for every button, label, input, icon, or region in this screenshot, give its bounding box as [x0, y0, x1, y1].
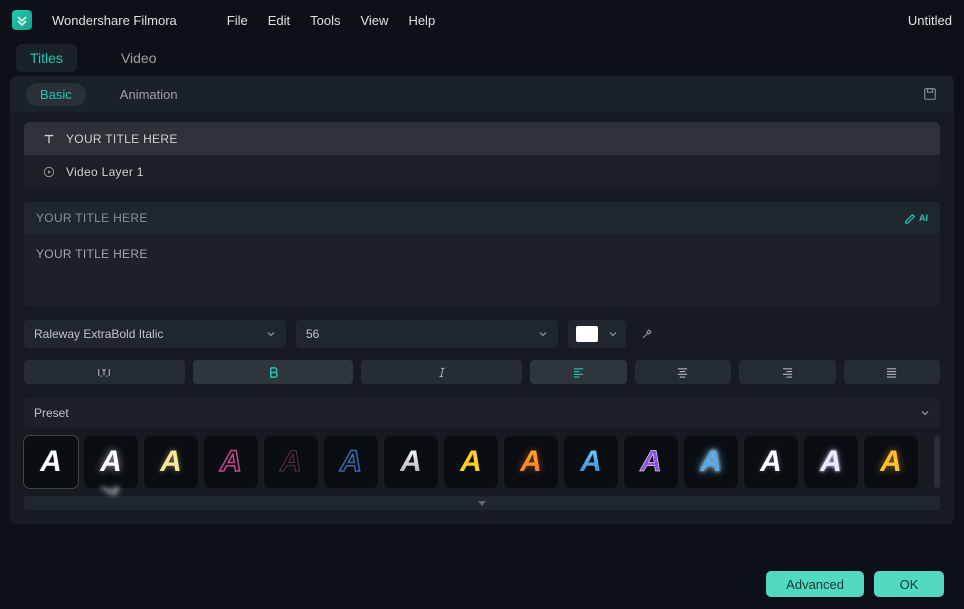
preset-8[interactable]: A	[444, 436, 498, 488]
color-swatch	[576, 326, 598, 342]
layer-title-label: YOUR TITLE HERE	[66, 132, 178, 146]
triangle-down-icon	[478, 501, 486, 506]
main-tabs: Titles Video	[0, 40, 964, 76]
font-family-value: Raleway ExtraBold Italic	[34, 327, 163, 341]
character-spacing-button[interactable]	[24, 360, 185, 384]
play-circle-icon	[42, 165, 56, 179]
preset-14[interactable]: A	[804, 436, 858, 488]
preset-label: Preset	[34, 406, 69, 420]
preset-grid-wrap: A A A A A A A A A A A A A A A	[24, 436, 940, 488]
preset-1[interactable]: A	[24, 436, 78, 488]
align-justify-button[interactable]	[844, 360, 940, 384]
layer-list: YOUR TITLE HERE Video Layer 1	[24, 122, 940, 188]
advanced-button[interactable]: Advanced	[766, 571, 864, 597]
text-icon	[42, 132, 56, 146]
preset-11[interactable]: A	[624, 436, 678, 488]
title-text-input[interactable]: YOUR TITLE HERE	[24, 234, 940, 306]
title-edit-panel: YOUR TITLE HERE Video Layer 1 YOUR TITLE…	[10, 112, 954, 524]
preset-scrollbar[interactable]	[934, 436, 940, 488]
preset-7[interactable]: A	[384, 436, 438, 488]
layer-video-label: Video Layer 1	[66, 165, 144, 179]
preset-grid: A A A A A A A A A A A A A A A	[24, 436, 928, 488]
app-name: Wondershare Filmora	[52, 13, 177, 28]
preview-header: YOUR TITLE HERE AI	[24, 202, 940, 234]
align-center-button[interactable]	[635, 360, 731, 384]
chevron-down-icon	[266, 329, 276, 339]
ai-edit-icon[interactable]: AI	[904, 212, 928, 225]
layer-video[interactable]: Video Layer 1	[24, 155, 940, 188]
preset-3[interactable]: A	[144, 436, 198, 488]
app-logo-icon	[12, 10, 32, 30]
menu-file[interactable]: File	[227, 13, 248, 28]
tab-titles[interactable]: Titles	[16, 44, 77, 72]
title-text-value: YOUR TITLE HERE	[36, 247, 148, 261]
panel-resize-handle[interactable]	[24, 496, 940, 510]
chevron-down-icon	[608, 329, 618, 339]
document-title: Untitled	[908, 13, 952, 28]
font-size-select[interactable]: 56	[296, 320, 558, 348]
chevron-down-icon	[538, 329, 548, 339]
footer-buttons: Advanced OK	[766, 571, 944, 597]
tab-video[interactable]: Video	[107, 44, 171, 72]
eyedropper-icon[interactable]	[640, 327, 654, 341]
bold-button[interactable]	[193, 360, 354, 384]
ok-button[interactable]: OK	[874, 571, 944, 597]
preset-5[interactable]: A	[264, 436, 318, 488]
preset-10[interactable]: A	[564, 436, 618, 488]
subtab-basic[interactable]: Basic	[26, 83, 86, 106]
align-left-button[interactable]	[530, 360, 626, 384]
preset-2[interactable]: A	[84, 436, 138, 488]
align-right-button[interactable]	[739, 360, 835, 384]
menu-edit[interactable]: Edit	[268, 13, 290, 28]
preset-12[interactable]: A	[684, 436, 738, 488]
font-controls-row: Raleway ExtraBold Italic 56	[24, 320, 940, 348]
font-color-picker[interactable]	[568, 320, 626, 348]
preset-13[interactable]: A	[744, 436, 798, 488]
text-style-row	[24, 360, 940, 384]
chevron-down-icon	[920, 408, 930, 418]
menu-help[interactable]: Help	[408, 13, 435, 28]
font-size-value: 56	[306, 327, 319, 341]
layer-title[interactable]: YOUR TITLE HERE	[24, 122, 940, 155]
menu-bar: Wondershare Filmora File Edit Tools View…	[0, 0, 964, 40]
preset-6[interactable]: A	[324, 436, 378, 488]
preset-15[interactable]: A	[864, 436, 918, 488]
preset-4[interactable]: A	[204, 436, 258, 488]
menu-view[interactable]: View	[360, 13, 388, 28]
subtab-animation[interactable]: Animation	[106, 83, 192, 106]
save-preset-icon[interactable]	[922, 86, 938, 102]
preview-header-label: YOUR TITLE HERE	[36, 211, 148, 225]
italic-button[interactable]	[361, 360, 522, 384]
preset-9[interactable]: A	[504, 436, 558, 488]
sub-tabs: Basic Animation	[10, 76, 954, 112]
preset-dropdown[interactable]: Preset	[24, 398, 940, 428]
font-family-select[interactable]: Raleway ExtraBold Italic	[24, 320, 286, 348]
menu-tools[interactable]: Tools	[310, 13, 340, 28]
